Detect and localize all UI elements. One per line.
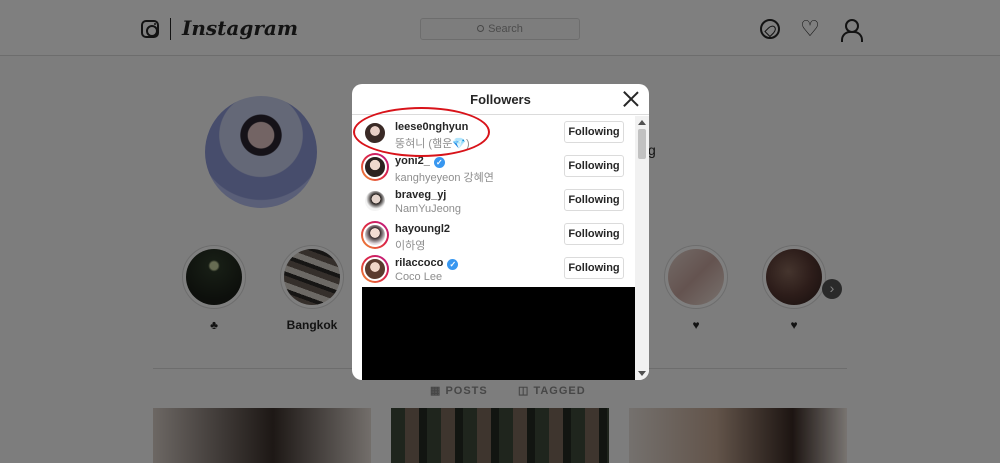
list-item[interactable]: yoni2_ ✓ kanghyeyeon 강혜연 Following bbox=[352, 150, 635, 184]
avatar[interactable] bbox=[361, 119, 389, 147]
close-icon[interactable] bbox=[623, 91, 639, 107]
list-item[interactable]: hayoungl2 이하영 Following bbox=[352, 218, 635, 252]
follower-fullname: kanghyeyeon 강혜연 bbox=[395, 172, 494, 184]
following-button[interactable]: Following bbox=[564, 257, 624, 279]
follower-username[interactable]: rilaccoco ✓ bbox=[395, 257, 459, 270]
following-button[interactable]: Following bbox=[564, 223, 624, 245]
avatar[interactable] bbox=[361, 153, 389, 181]
dialog-header: Followers bbox=[352, 84, 649, 115]
follower-username[interactable]: braveg_yj bbox=[395, 189, 446, 201]
follower-fullname: 뚱혀니 (햄운💎) bbox=[395, 138, 470, 150]
follower-username[interactable]: leese0nghyun bbox=[395, 121, 468, 133]
follower-fullname: 이하영 bbox=[395, 240, 426, 252]
followers-list: leese0nghyun 뚱혀니 (햄운💎) Following yoni2_ ✓… bbox=[352, 116, 635, 286]
following-button[interactable]: Following bbox=[564, 155, 624, 177]
follower-username[interactable]: hayoungl2 bbox=[395, 223, 450, 235]
follower-fullname: NamYuJeong bbox=[395, 203, 462, 215]
list-scrollbar[interactable] bbox=[635, 116, 649, 380]
follower-fullname: Coco Lee bbox=[395, 271, 443, 283]
loading-area bbox=[362, 287, 636, 380]
follower-username-text[interactable]: yoni2_ bbox=[395, 155, 430, 167]
dialog-title: Followers bbox=[470, 92, 531, 107]
scroll-down-arrow-icon[interactable] bbox=[638, 371, 646, 376]
avatar[interactable] bbox=[361, 255, 389, 283]
following-button[interactable]: Following bbox=[564, 121, 624, 143]
list-item[interactable]: leese0nghyun 뚱혀니 (햄운💎) Following bbox=[352, 116, 635, 150]
list-item[interactable]: braveg_yj NamYuJeong Following bbox=[352, 184, 635, 218]
verified-badge-icon: ✓ bbox=[433, 157, 445, 168]
verified-badge-icon: ✓ bbox=[447, 259, 459, 270]
list-item[interactable]: rilaccoco ✓ Coco Lee Following bbox=[352, 252, 635, 286]
followers-dialog: Followers leese0nghyun 뚱혀니 (햄운💎) Followi… bbox=[352, 84, 649, 380]
follower-username-text[interactable]: rilaccoco bbox=[395, 257, 443, 269]
following-button[interactable]: Following bbox=[564, 189, 624, 211]
scroll-up-arrow-icon[interactable] bbox=[638, 120, 646, 125]
avatar[interactable] bbox=[361, 187, 389, 215]
avatar[interactable] bbox=[361, 221, 389, 249]
follower-username[interactable]: yoni2_ ✓ bbox=[395, 155, 445, 168]
scrollbar-thumb[interactable] bbox=[638, 129, 646, 159]
